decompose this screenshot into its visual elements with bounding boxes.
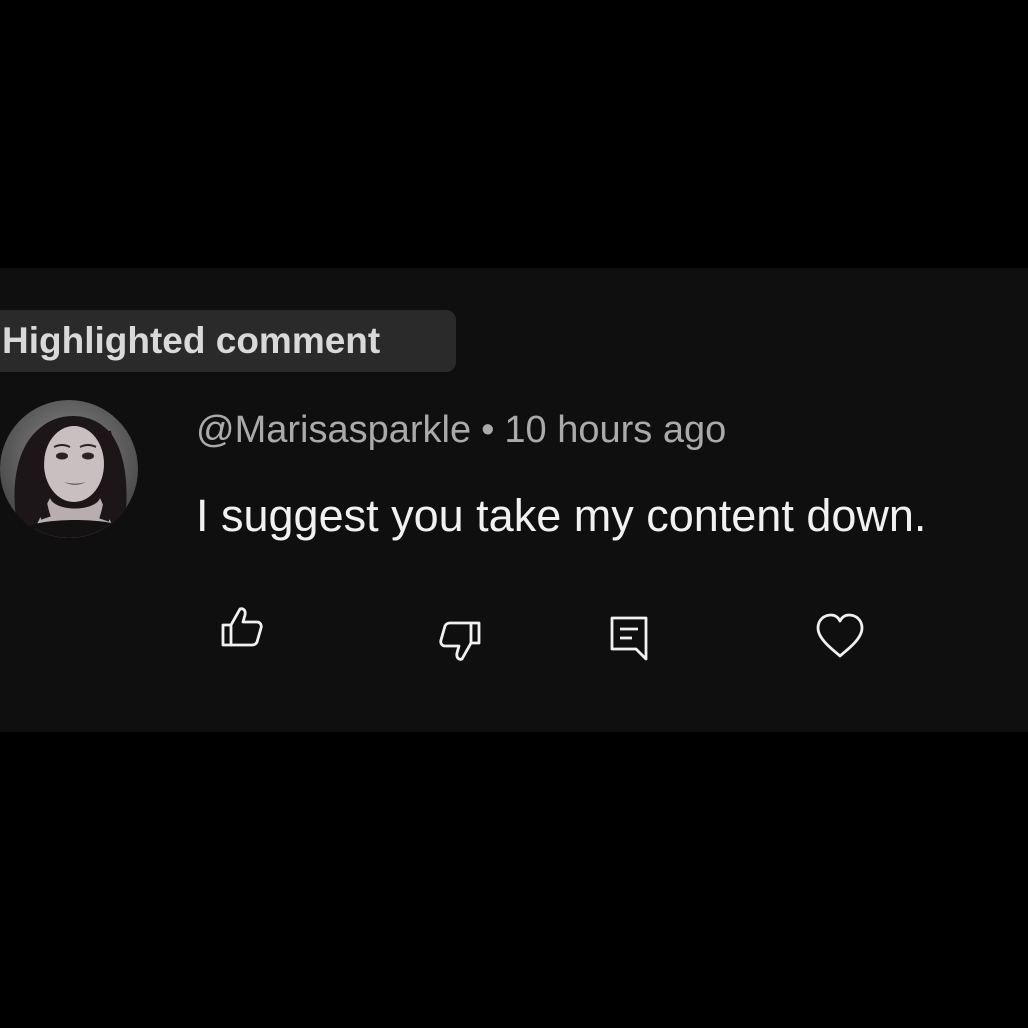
thumbs-up-icon bbox=[221, 607, 263, 647]
like-button[interactable] bbox=[212, 596, 272, 656]
comment-text: I suggest you take my content down. bbox=[196, 490, 927, 541]
comment-author[interactable]: @Marisasparkle bbox=[196, 409, 471, 451]
meta-separator: • bbox=[481, 409, 495, 451]
reply-button[interactable] bbox=[599, 608, 659, 668]
highlighted-comment-card: Highlighted comment @Marisasparkle • 10 … bbox=[0, 268, 1028, 732]
avatar-photo bbox=[0, 400, 138, 538]
reply-comment-icon bbox=[610, 616, 648, 661]
dislike-button[interactable] bbox=[430, 612, 490, 672]
heart-icon bbox=[816, 613, 864, 658]
comment-timestamp[interactable]: 10 hours ago bbox=[504, 409, 726, 451]
highlighted-comment-label: Highlighted comment bbox=[2, 320, 381, 361]
heart-button[interactable] bbox=[810, 606, 870, 666]
avatar[interactable] bbox=[0, 400, 138, 538]
highlighted-comment-badge: Highlighted comment bbox=[0, 310, 456, 372]
comment-meta: @Marisasparkle • 10 hours ago bbox=[196, 404, 726, 456]
thumbs-down-icon bbox=[439, 621, 481, 661]
